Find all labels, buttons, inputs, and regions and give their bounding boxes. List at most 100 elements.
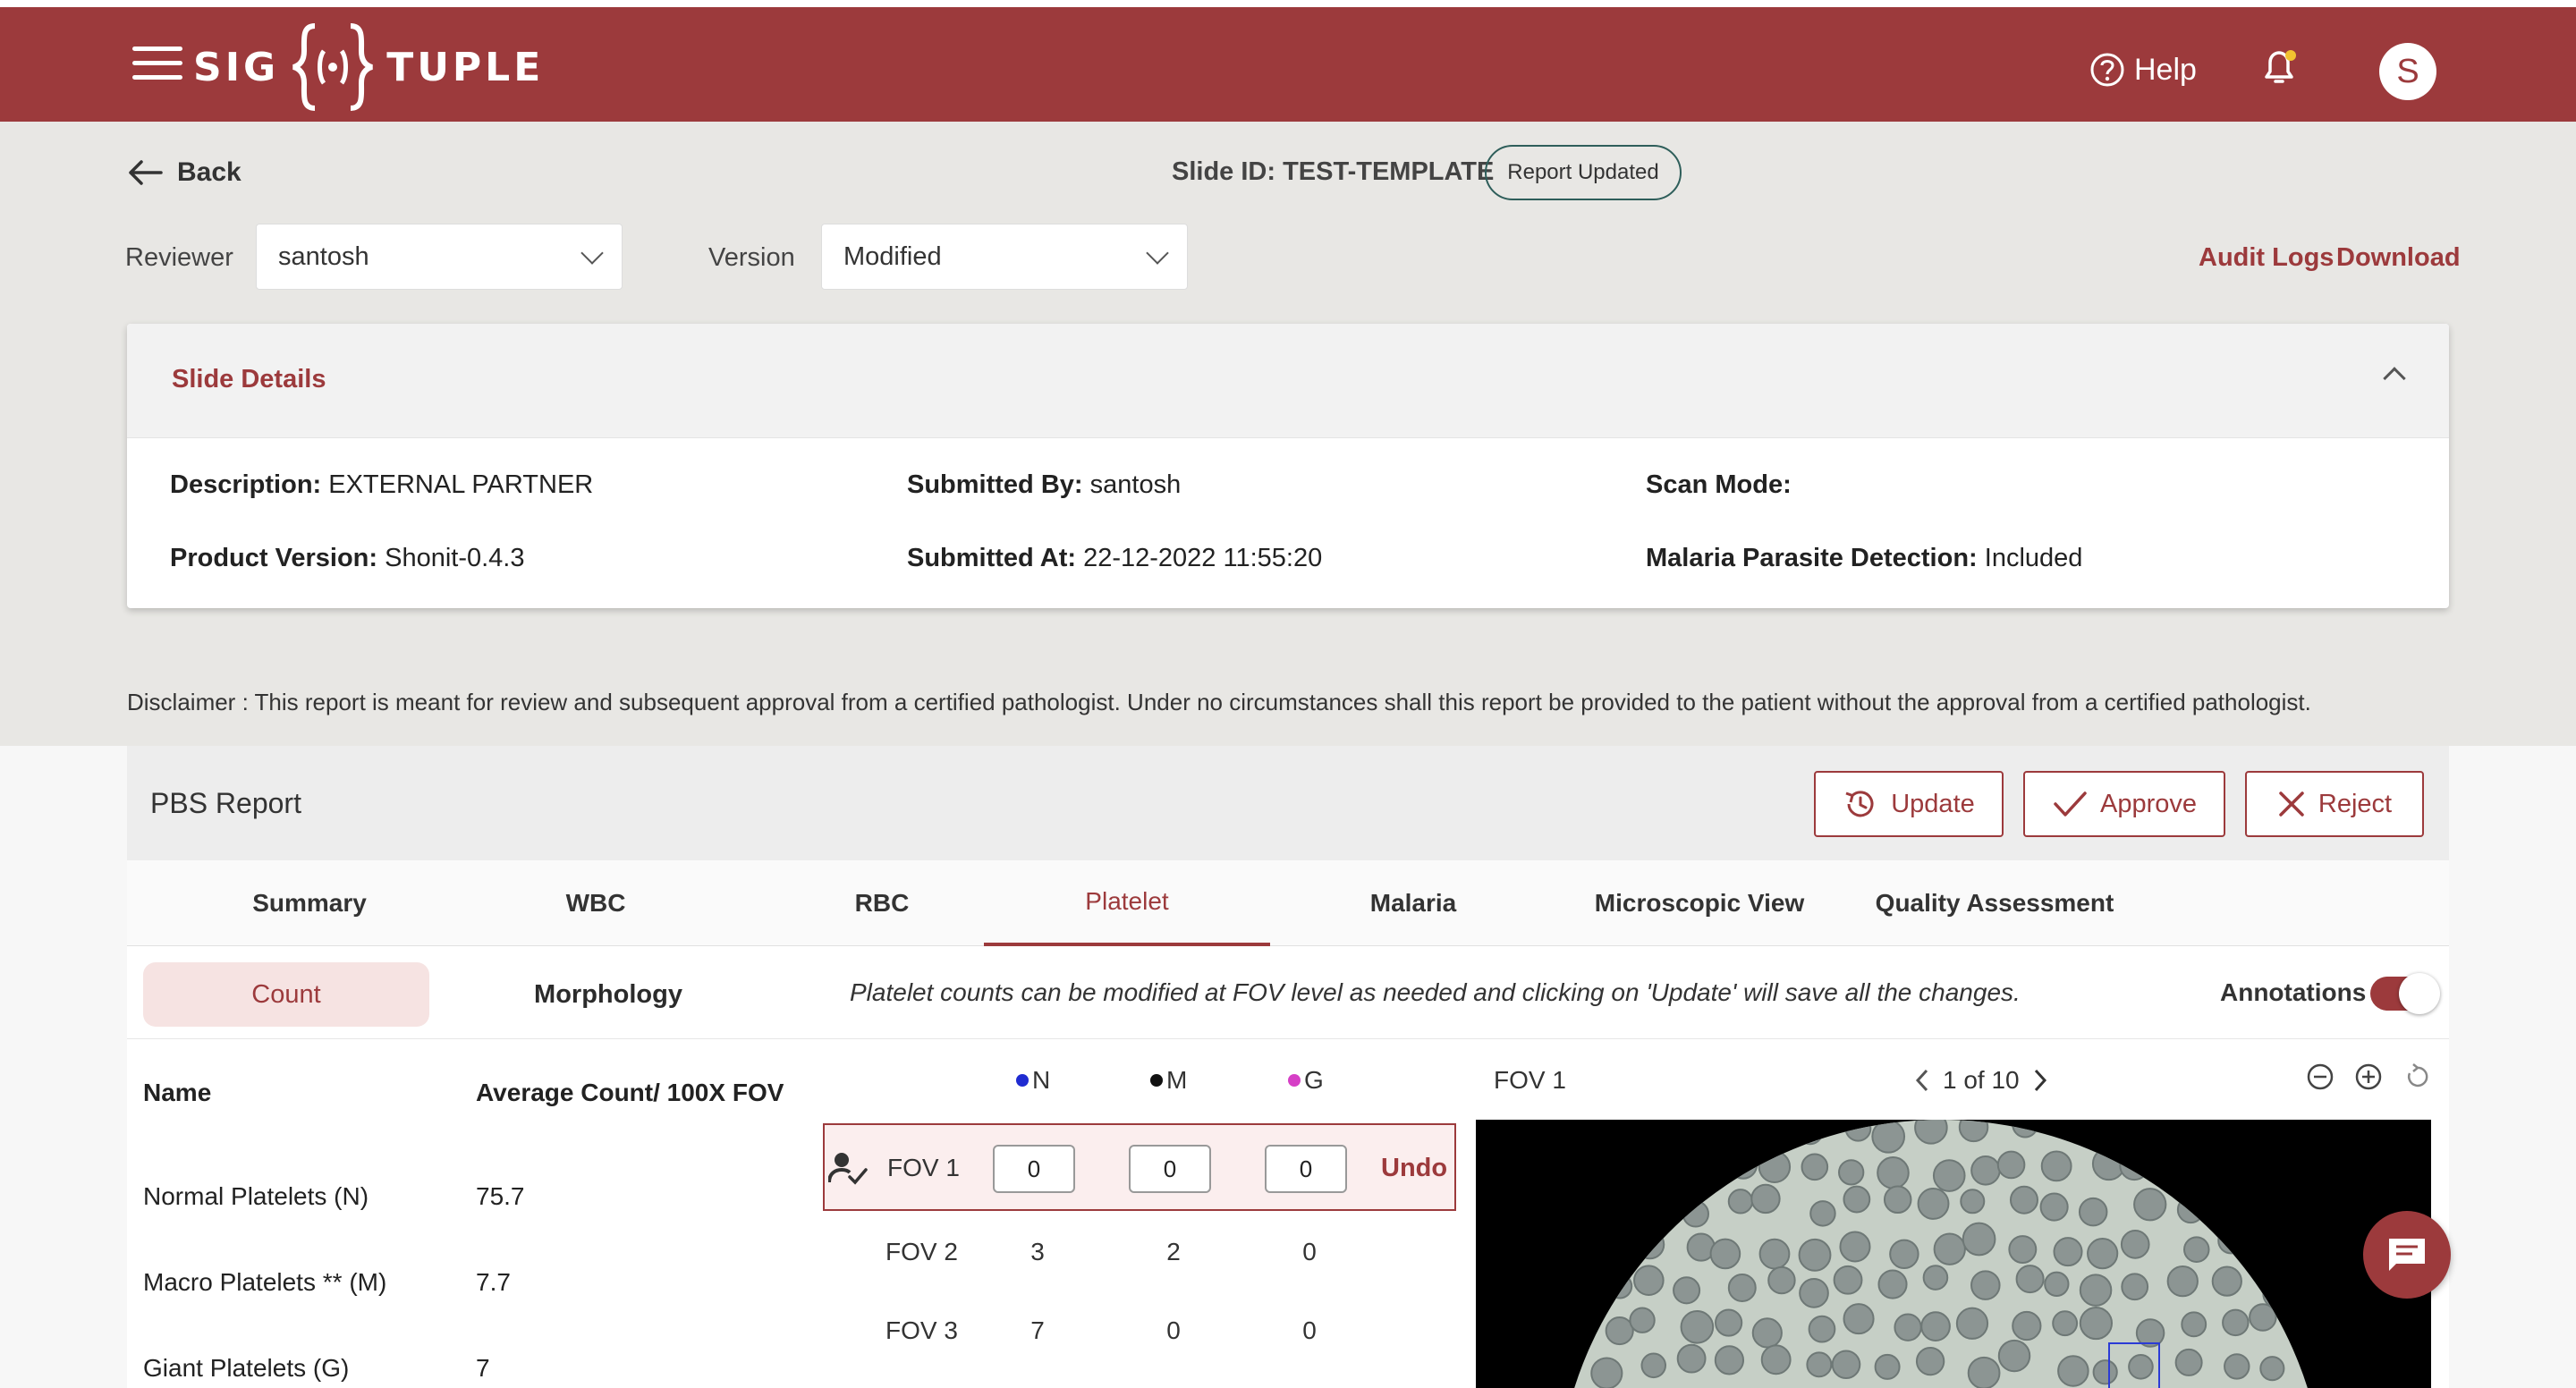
user-edit-icon bbox=[828, 1153, 868, 1185]
fov1-n-input[interactable] bbox=[993, 1145, 1075, 1193]
chat-button[interactable] bbox=[2363, 1211, 2451, 1299]
chevron-left-icon[interactable] bbox=[1914, 1068, 1930, 1093]
platelet-info-text: Platelet counts can be modified at FOV l… bbox=[850, 978, 2021, 1006]
slide-details-title: Slide Details bbox=[172, 365, 326, 394]
blood-cell bbox=[2009, 1185, 2038, 1214]
notification-bell-icon[interactable] bbox=[2259, 47, 2299, 89]
fov1-m-input[interactable] bbox=[1129, 1145, 1211, 1193]
blood-cell bbox=[1758, 1238, 1791, 1270]
chat-icon bbox=[2389, 1239, 2425, 1271]
zoom-controls bbox=[2306, 1062, 2431, 1091]
blood-cell bbox=[1914, 1120, 1948, 1145]
version-label: Version bbox=[708, 243, 795, 272]
blood-cell bbox=[1894, 1313, 1922, 1341]
approve-button[interactable]: Approve bbox=[2023, 771, 2225, 837]
report-status-badge: Report Updated bbox=[1485, 145, 1682, 200]
microscope-image bbox=[1476, 1120, 2431, 1388]
reset-zoom-icon[interactable] bbox=[2402, 1062, 2431, 1091]
blood-cell bbox=[2166, 1265, 2199, 1298]
tab-malaria[interactable]: Malaria bbox=[1270, 860, 1556, 946]
help-icon bbox=[2090, 53, 2124, 87]
chevron-down-icon bbox=[1146, 241, 1169, 265]
logo-text-left: SIG bbox=[193, 44, 280, 90]
blood-cell bbox=[1958, 1120, 1989, 1143]
tab-wbc[interactable]: WBC bbox=[453, 860, 739, 946]
fov-label: FOV 1 bbox=[887, 1154, 960, 1181]
avatar[interactable]: S bbox=[2379, 43, 2436, 100]
tab-rbc[interactable]: RBC bbox=[739, 860, 1025, 946]
blood-cell bbox=[2211, 1265, 2242, 1297]
approve-label: Approve bbox=[2099, 789, 2197, 818]
help-link[interactable]: Help bbox=[2089, 52, 2197, 88]
logo[interactable]: SIG TUPLE bbox=[193, 18, 544, 116]
blood-cell bbox=[2079, 1306, 2114, 1341]
logo-text-right: TUPLE bbox=[386, 44, 545, 90]
reject-button[interactable]: Reject bbox=[2245, 771, 2424, 837]
annotations-toggle[interactable] bbox=[2370, 973, 2440, 1014]
table-row-name: Normal Platelets (N) bbox=[143, 1182, 369, 1210]
detail-scan-mode: Scan Mode: bbox=[1646, 470, 1792, 499]
tab-summary[interactable]: Summary bbox=[166, 860, 453, 946]
blood-cell bbox=[2259, 1356, 2285, 1382]
chevron-up-icon[interactable] bbox=[2383, 367, 2406, 390]
reviewer-select[interactable]: santosh bbox=[256, 224, 623, 290]
blood-cell bbox=[2174, 1348, 2203, 1376]
tab-platelet[interactable]: Platelet bbox=[984, 860, 1270, 946]
update-label: Update bbox=[1891, 789, 1975, 818]
info-bar: Platelet counts can be modified at FOV l… bbox=[821, 946, 2449, 1039]
fov-image[interactable] bbox=[1476, 1120, 2431, 1388]
detail-submitted-at: Submitted At: 22-12-2022 11:55:20 bbox=[907, 544, 1323, 572]
subtab-morphology[interactable]: Morphology bbox=[465, 962, 751, 1027]
platelet-subtabs: Count Morphology bbox=[127, 946, 821, 1039]
chevron-right-icon[interactable] bbox=[2032, 1068, 2048, 1093]
table-row-editing: FOV 1 Undo bbox=[823, 1123, 1456, 1211]
blood-cell bbox=[1727, 1274, 1757, 1302]
audit-logs-link[interactable]: Audit Logs bbox=[2199, 243, 2334, 273]
subtab-count[interactable]: Count bbox=[143, 962, 429, 1027]
g-dot-icon bbox=[1288, 1074, 1301, 1087]
header-g: G bbox=[1288, 1066, 1324, 1095]
blood-cell bbox=[1605, 1316, 1634, 1346]
tab-microscopic-view[interactable]: Microscopic View bbox=[1556, 860, 1843, 946]
blood-cell bbox=[1799, 1278, 1829, 1308]
m-dot-icon bbox=[1150, 1074, 1163, 1087]
blood-cell bbox=[1676, 1343, 1707, 1374]
blood-cell bbox=[1640, 1352, 1667, 1379]
undo-button[interactable]: Undo bbox=[1381, 1154, 1447, 1183]
check-icon bbox=[2054, 791, 2087, 817]
menu-icon[interactable] bbox=[132, 47, 182, 82]
slide-details-header[interactable]: Slide Details bbox=[127, 324, 2449, 438]
table-row-name: Macro Platelets ** (M) bbox=[143, 1268, 387, 1296]
blood-cell bbox=[2092, 1359, 2118, 1385]
tab-quality-assessment[interactable]: Quality Assessment bbox=[1852, 860, 2138, 946]
blood-cell bbox=[1962, 1222, 1996, 1257]
blood-cell bbox=[1831, 1350, 1861, 1380]
table-row-value: 75.7 bbox=[476, 1182, 525, 1210]
update-button[interactable]: Update bbox=[1814, 771, 2004, 837]
blood-cell bbox=[2015, 1265, 2045, 1294]
version-select[interactable]: Modified bbox=[821, 224, 1188, 290]
blood-cell bbox=[1751, 1317, 1783, 1349]
blood-cell bbox=[2120, 1230, 2150, 1259]
blood-cell bbox=[1808, 1315, 1836, 1343]
blood-cell bbox=[1970, 1155, 2001, 1186]
fov-value: 3 bbox=[1030, 1238, 1045, 1265]
blood-cell bbox=[1838, 1159, 1865, 1186]
blood-cell bbox=[1809, 1200, 1836, 1227]
fov1-g-input[interactable] bbox=[1265, 1145, 1347, 1193]
blood-cell bbox=[1760, 1344, 1792, 1375]
download-link[interactable]: Download bbox=[2336, 243, 2461, 273]
fov-viewer: FOV 1 1 of 10 bbox=[1476, 1039, 2449, 1388]
history-icon bbox=[1845, 791, 1874, 817]
zoom-out-icon[interactable] bbox=[2306, 1062, 2334, 1091]
blood-cell bbox=[1839, 1231, 1871, 1263]
blood-cell bbox=[1633, 1265, 1665, 1296]
blood-cell bbox=[2039, 1192, 2069, 1222]
help-label: Help bbox=[2134, 52, 2197, 87]
report-title: PBS Report bbox=[150, 787, 301, 819]
blood-cell bbox=[2183, 1236, 2210, 1263]
blood-cell bbox=[1874, 1353, 1901, 1380]
back-button[interactable]: Back bbox=[127, 157, 242, 188]
col-average-header: Average Count/ 100X FOV bbox=[476, 1079, 784, 1106]
zoom-in-icon[interactable] bbox=[2354, 1062, 2383, 1091]
